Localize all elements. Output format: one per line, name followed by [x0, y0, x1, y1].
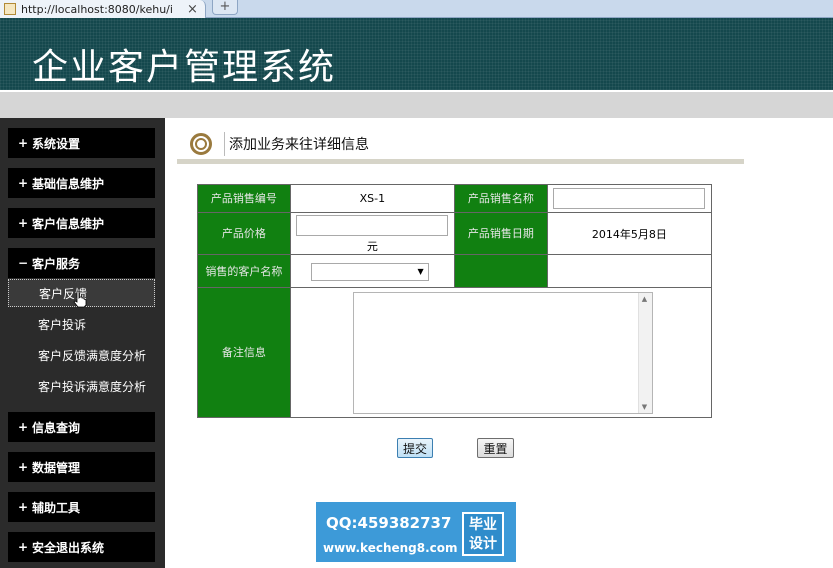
page-title: 添加业务来往详细信息: [229, 137, 369, 153]
expand-icon: +: [18, 136, 29, 150]
app-title: 企业客户管理系统: [32, 47, 337, 88]
promo-watermark: QQ:459382737 www.kecheng8.com 毕业 设计: [316, 502, 516, 562]
sale-date-label: 产品销售日期: [453, 212, 548, 255]
sidebar-item-label: 系统设置: [32, 136, 81, 151]
table-row: 销售的客户名称 ▼: [197, 254, 713, 288]
promo-badge: 毕业 设计: [462, 512, 504, 556]
reset-button[interactable]: 重置: [477, 438, 514, 458]
notes-cell: ▲ ▼: [289, 287, 713, 418]
promo-badge-line1: 毕业: [469, 517, 497, 533]
empty-label-cell: [453, 254, 548, 288]
product-name-input[interactable]: [553, 188, 706, 209]
expand-icon: +: [18, 460, 29, 474]
product-no-label: 产品销售编号: [197, 184, 291, 213]
title-underline: [177, 159, 744, 164]
empty-value-cell: [546, 254, 713, 288]
sidebar-item-customer-info[interactable]: + 客户信息维护: [8, 208, 155, 238]
promo-qq: QQ:459382737: [326, 514, 452, 532]
sidebar-item-label: 客户信息维护: [32, 216, 105, 231]
detail-form-table: 产品销售编号 XS-1 产品销售名称 产品价格 元 产品销售日期 2014年5月…: [197, 184, 713, 418]
sidebar-item-basic-info[interactable]: + 基础信息维护: [8, 168, 155, 198]
customer-select[interactable]: ▼: [310, 262, 429, 281]
price-cell: 元: [289, 212, 455, 255]
ring-icon: [190, 133, 212, 155]
expand-icon: +: [18, 216, 29, 230]
product-name-label: 产品销售名称: [453, 184, 548, 213]
page-favicon-icon: [4, 3, 16, 15]
scroll-down-icon[interactable]: ▼: [642, 403, 647, 411]
sidebar-item-label: 基础信息维护: [32, 176, 105, 191]
scroll-up-icon[interactable]: ▲: [642, 295, 647, 303]
collapse-icon: −: [18, 256, 29, 270]
header-banner: 企业客户管理系统: [0, 18, 833, 90]
sidebar-item-label: 信息查询: [32, 420, 81, 435]
browser-tab-strip: http://localhost:8080/kehu/i × +: [0, 0, 833, 18]
price-label: 产品价格: [197, 212, 291, 255]
customer-name-label: 销售的客户名称: [197, 254, 291, 288]
expand-icon: +: [18, 420, 29, 434]
sidebar-subitem-feedback-satisfaction[interactable]: 客户反馈满意度分析: [8, 341, 155, 369]
sidebar-item-logout[interactable]: + 安全退出系统: [8, 532, 155, 562]
header-strip: [0, 90, 833, 118]
sidebar-item-label: 辅助工具: [32, 500, 81, 515]
table-row: 产品销售编号 XS-1 产品销售名称: [197, 184, 713, 213]
price-input[interactable]: [296, 215, 449, 236]
hand-cursor-icon: [73, 290, 87, 308]
chevron-down-icon: ▼: [417, 267, 424, 276]
tab-url: http://localhost:8080/kehu/i: [21, 2, 173, 16]
table-row: 产品价格 元 产品销售日期 2014年5月8日: [197, 212, 713, 255]
close-tab-icon[interactable]: ×: [187, 3, 198, 16]
sidebar-subitem-complaint-satisfaction[interactable]: 客户投诉满意度分析: [8, 372, 155, 400]
sidebar-item-label: 数据管理: [32, 460, 81, 475]
notes-textarea[interactable]: ▲ ▼: [352, 291, 653, 414]
browser-tab[interactable]: http://localhost:8080/kehu/i ×: [0, 0, 206, 18]
sidebar-item-customer-service[interactable]: − 客户服务: [8, 248, 155, 278]
table-row: 备注信息 ▲ ▼: [197, 287, 713, 418]
sidebar-item-label: 客户服务: [32, 256, 81, 271]
submit-button[interactable]: 提交: [397, 438, 433, 458]
notes-label: 备注信息: [197, 287, 291, 418]
customer-select-cell: ▼: [289, 254, 455, 288]
price-unit: 元: [366, 240, 378, 253]
expand-icon: +: [18, 500, 29, 514]
sidebar-item-info-query[interactable]: + 信息查询: [8, 412, 155, 442]
page-title-bar: 添加业务来往详细信息: [190, 130, 369, 158]
expand-icon: +: [18, 176, 29, 190]
title-divider: [224, 132, 225, 156]
sidebar-subitem-customer-complaint[interactable]: 客户投诉: [8, 310, 155, 338]
sidebar-item-label: 安全退出系统: [32, 540, 105, 555]
sale-date-value[interactable]: 2014年5月8日: [546, 212, 713, 255]
promo-site: www.kecheng8.com: [323, 541, 458, 555]
expand-icon: +: [18, 540, 29, 554]
product-no-value: XS-1: [289, 184, 455, 213]
sidebar-item-system-settings[interactable]: + 系统设置: [8, 128, 155, 158]
promo-badge-line2: 设计: [469, 536, 497, 552]
new-tab-button[interactable]: +: [212, 0, 238, 15]
sidebar-item-data-management[interactable]: + 数据管理: [8, 452, 155, 482]
sidebar-item-aux-tools[interactable]: + 辅助工具: [8, 492, 155, 522]
notes-scrollbar[interactable]: ▲ ▼: [637, 292, 652, 413]
product-name-cell: [546, 184, 713, 213]
sidebar: + 系统设置 + 基础信息维护 + 客户信息维护 − 客户服务 客户反馈 客户投…: [0, 118, 165, 568]
